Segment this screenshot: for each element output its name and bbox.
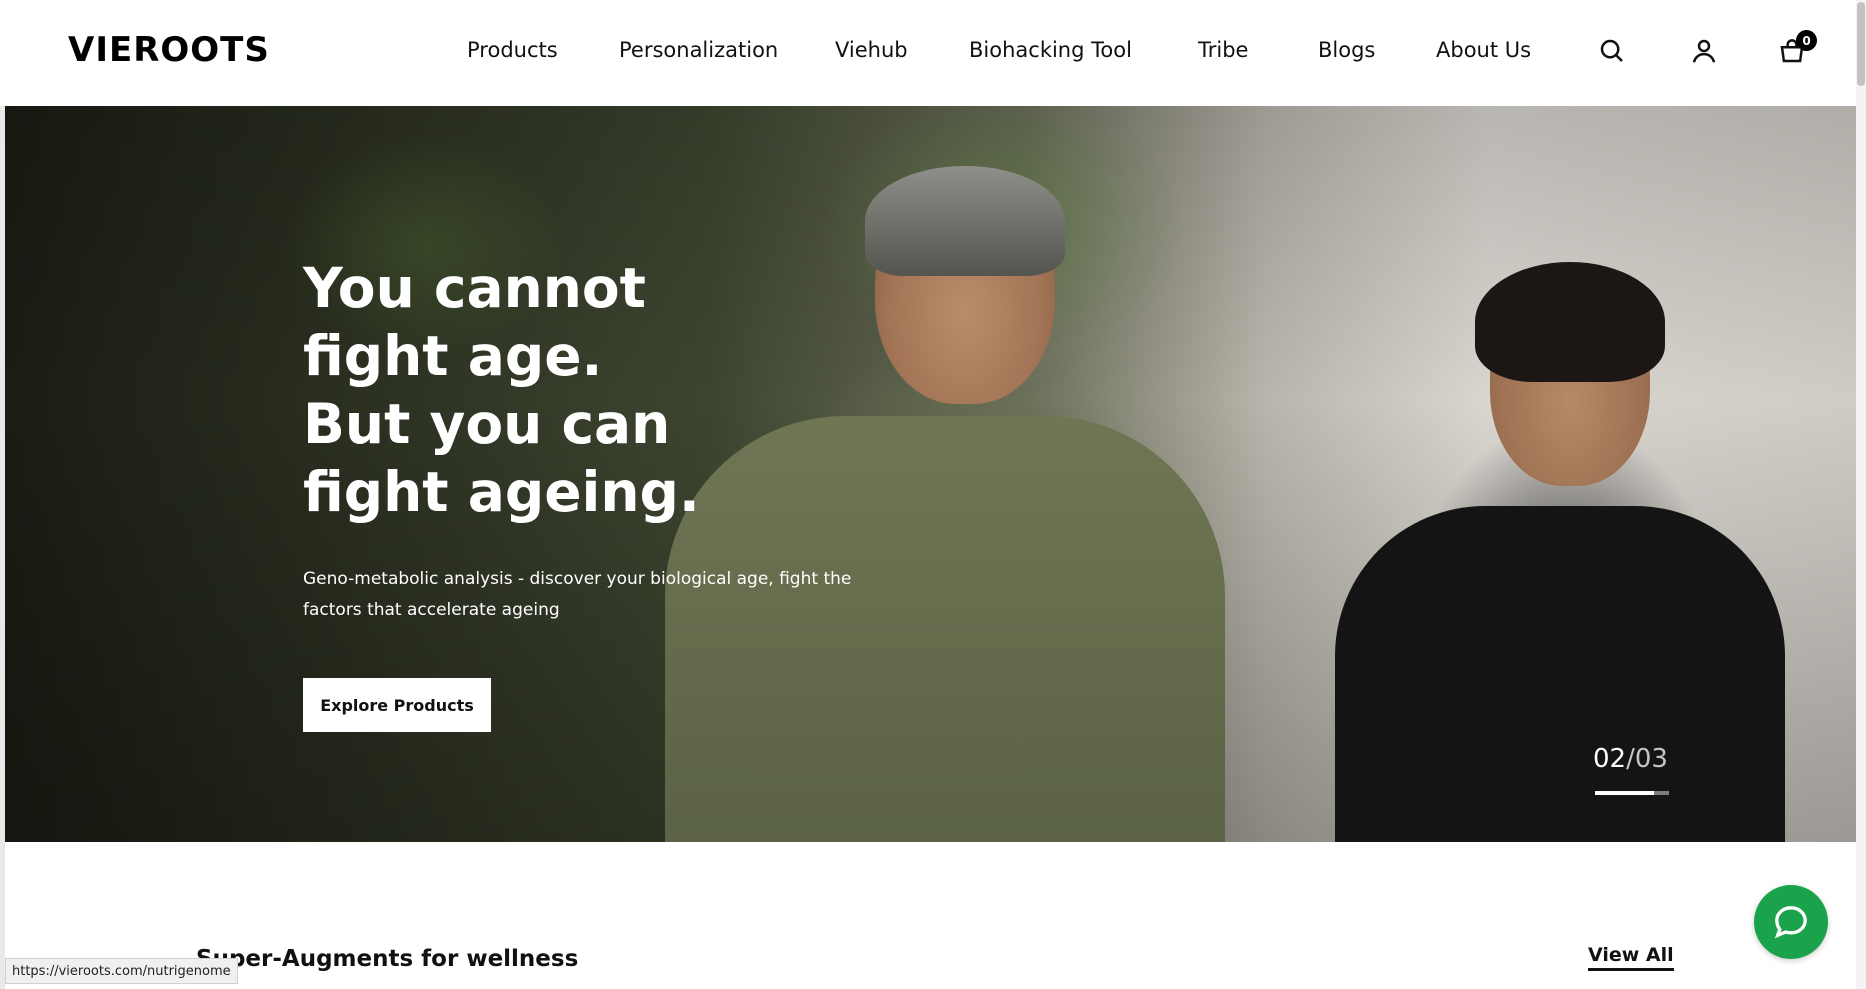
slide-total: 03 — [1634, 744, 1668, 774]
status-bar-url: https://vieroots.com/nutrigenome — [5, 958, 238, 984]
cart-count-badge: 0 — [1796, 30, 1817, 51]
hero-title: You cannot fight age. But you can fight … — [303, 254, 823, 526]
hero-title-line: fight ageing. — [303, 460, 700, 524]
nav-item-personalization[interactable]: Personalization — [619, 38, 778, 62]
hero-subtitle: Geno-metabolic analysis - discover your … — [303, 564, 903, 626]
view-all-link[interactable]: View All — [1588, 944, 1674, 971]
chat-bubble-icon — [1774, 906, 1807, 939]
slide-progress-track[interactable] — [1595, 791, 1669, 795]
hero-subtitle-line: Geno-metabolic analysis - discover your … — [303, 569, 852, 589]
nav-item-products[interactable]: Products — [467, 38, 558, 62]
hero-image-woman — [1335, 506, 1785, 842]
page-scrollbar[interactable] — [1856, 0, 1866, 989]
hero-subtitle-line: factors that accelerate ageing — [303, 600, 560, 620]
hero-title-line: But you can — [303, 392, 671, 456]
nav-item-about-us[interactable]: About Us — [1436, 38, 1531, 62]
nav-item-blogs[interactable]: Blogs — [1318, 38, 1375, 62]
bag-icon[interactable]: 0 — [1777, 30, 1817, 66]
nav-item-tribe[interactable]: Tribe — [1198, 38, 1248, 62]
nav-item-biohacking-tool[interactable]: Biohacking Tool — [969, 38, 1132, 62]
search-icon[interactable] — [1597, 36, 1627, 66]
section-title: Super-Augments for wellness — [196, 946, 579, 972]
hero-image-man-hair — [865, 166, 1065, 276]
user-icon[interactable] — [1689, 36, 1719, 66]
slide-current: 02 — [1593, 744, 1627, 774]
hero-title-line: You cannot — [303, 256, 646, 320]
nav-item-viehub[interactable]: Viehub — [835, 38, 908, 62]
scrollbar-thumb[interactable] — [1857, 2, 1865, 86]
hero-title-line: fight age. — [303, 324, 603, 388]
hero-banner: You cannot fight age. But you can fight … — [5, 106, 1859, 842]
chat-button[interactable] — [1754, 885, 1828, 959]
site-header: VIEROOTS Products Personalization Viehub… — [0, 0, 1856, 106]
slide-separator: / — [1626, 744, 1635, 774]
hero-image-woman-hair — [1475, 262, 1665, 382]
explore-products-button[interactable]: Explore Products — [303, 678, 491, 732]
slide-progress-fill — [1595, 791, 1655, 795]
main-nav: Products Personalization Viehub Biohacki… — [0, 0, 1856, 106]
slide-counter: 02/03 — [1593, 744, 1668, 774]
